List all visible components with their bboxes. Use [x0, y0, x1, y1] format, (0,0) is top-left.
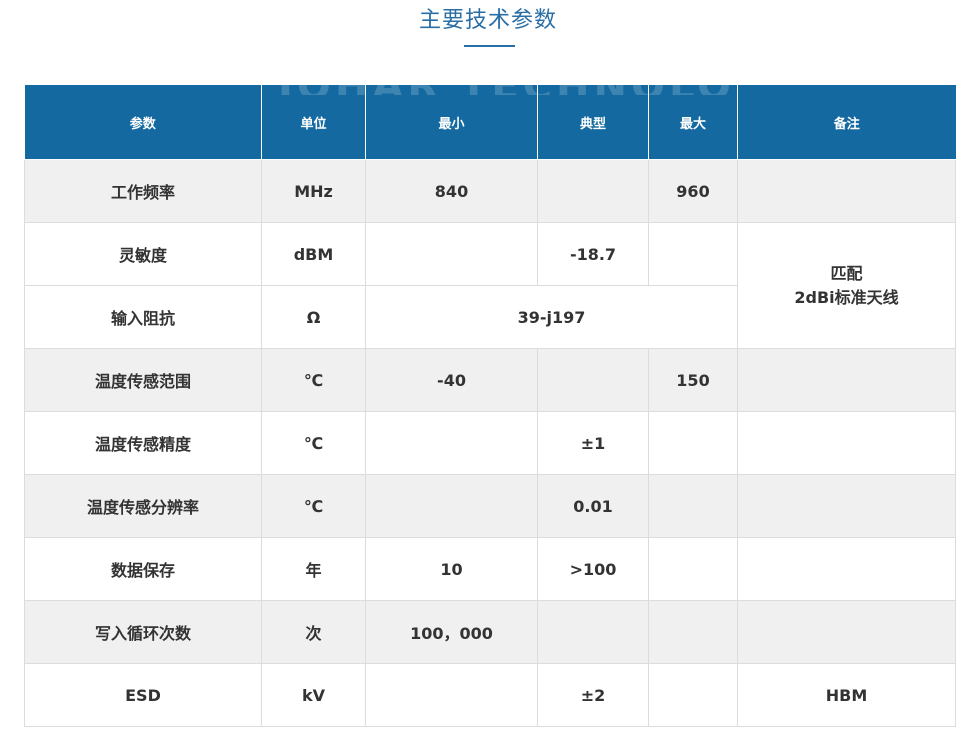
cell-note: [737, 600, 956, 664]
note-line-2: 2dBi标准天线: [794, 287, 899, 307]
table-row: 写入循环次数 次 100，000: [24, 600, 956, 664]
cell-param: 温度传感分辨率: [24, 474, 262, 538]
header-unit: 单位: [261, 85, 366, 160]
cell-note: HBM: [737, 663, 956, 727]
cell-max: [648, 600, 738, 664]
cell-param: 数据保存: [24, 537, 262, 601]
cell-note-merged: 匹配 2dBi标准天线: [737, 222, 956, 349]
cell-param: 温度传感范围: [24, 348, 262, 412]
header-note: 备注: [737, 85, 956, 160]
table-body: 工作频率 MHz 840 960 灵敏度 dBM -18.7 匹配 2dBi标准…: [24, 159, 956, 727]
cell-param: 温度传感精度: [24, 411, 262, 475]
cell-typ: [537, 159, 649, 223]
header-min: 最小: [365, 85, 538, 160]
cell-min: [365, 222, 538, 286]
table-row: 温度传感精度 ℃ ±1: [24, 411, 956, 475]
cell-note: [737, 159, 956, 223]
cell-max: 960: [648, 159, 738, 223]
cell-unit: Ω: [261, 285, 366, 349]
cell-unit: MHz: [261, 159, 366, 223]
cell-max: [648, 663, 738, 727]
cell-unit: ℃: [261, 474, 366, 538]
table-header: 参数 单位 最小 典型 最大 备注: [24, 85, 956, 160]
cell-unit: kV: [261, 663, 366, 727]
cell-typ: ±2: [537, 663, 649, 727]
cell-unit: 次: [261, 600, 366, 664]
cell-typ: 0.01: [537, 474, 649, 538]
spec-table-container: 参数 单位 最小 典型 最大 备注 工作频率 MHz 840 960 灵敏度 d…: [24, 85, 956, 727]
cell-unit: ℃: [261, 411, 366, 475]
cell-min: 840: [365, 159, 538, 223]
table-row: 灵敏度 dBM -18.7 匹配 2dBi标准天线: [24, 222, 956, 349]
cell-unit: 年: [261, 537, 366, 601]
cell-min: -40: [365, 348, 538, 412]
cell-param: 灵敏度: [24, 222, 262, 286]
cell-min: [365, 411, 538, 475]
cell-max: [648, 474, 738, 538]
page-title: 主要技术参数: [418, 8, 557, 33]
header-param: 参数: [24, 85, 262, 160]
table-row: 温度传感分辨率 ℃ 0.01: [24, 474, 956, 538]
table-row: 温度传感范围 ℃ -40 150: [24, 348, 956, 412]
header-row: 参数 单位 最小 典型 最大 备注: [24, 85, 956, 160]
cell-typ: [537, 600, 649, 664]
cell-typ: ±1: [537, 411, 649, 475]
cell-typ: [537, 348, 649, 412]
cell-min: 100，000: [365, 600, 538, 664]
cell-param: 工作频率: [24, 159, 262, 223]
table-row: 数据保存 年 10 >100: [24, 537, 956, 601]
cell-note: [737, 348, 956, 412]
cell-value-merged: 39-j197: [365, 285, 738, 349]
note-line-1: 匹配: [830, 263, 863, 283]
header-typ: 典型: [537, 85, 649, 160]
cell-param: ESD: [24, 663, 262, 727]
cell-max: 150: [648, 348, 738, 412]
cell-note: [737, 411, 956, 475]
cell-unit: dBM: [261, 222, 366, 286]
title-underline: [464, 45, 515, 47]
table-row: ESD kV ±2 HBM: [24, 663, 956, 727]
header-max: 最大: [648, 85, 738, 160]
cell-max: [648, 222, 738, 286]
cell-unit: ℃: [261, 348, 366, 412]
cell-param: 输入阻抗: [24, 285, 262, 349]
cell-min: [365, 663, 538, 727]
cell-note: [737, 474, 956, 538]
cell-note: [737, 537, 956, 601]
cell-typ: >100: [537, 537, 649, 601]
table-row: 工作频率 MHz 840 960: [24, 159, 956, 223]
cell-param: 写入循环次数: [24, 600, 262, 664]
cell-typ: -18.7: [537, 222, 649, 286]
cell-max: [648, 411, 738, 475]
cell-min: [365, 474, 538, 538]
spec-table: 参数 单位 最小 典型 最大 备注 工作频率 MHz 840 960 灵敏度 d…: [24, 85, 956, 727]
cell-max: [648, 537, 738, 601]
cell-min: 10: [365, 537, 538, 601]
